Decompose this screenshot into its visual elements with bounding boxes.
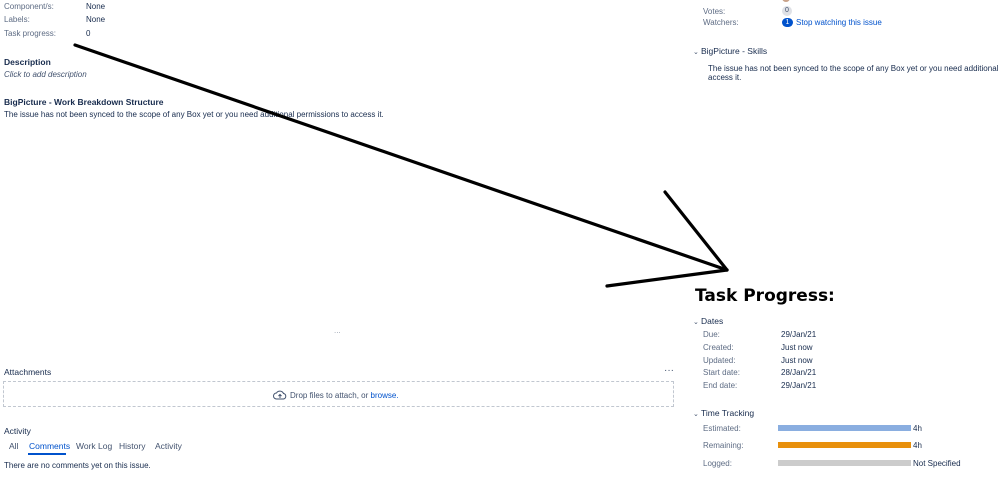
arrow-icon [73, 43, 729, 288]
annotation-arrow [73, 43, 729, 288]
